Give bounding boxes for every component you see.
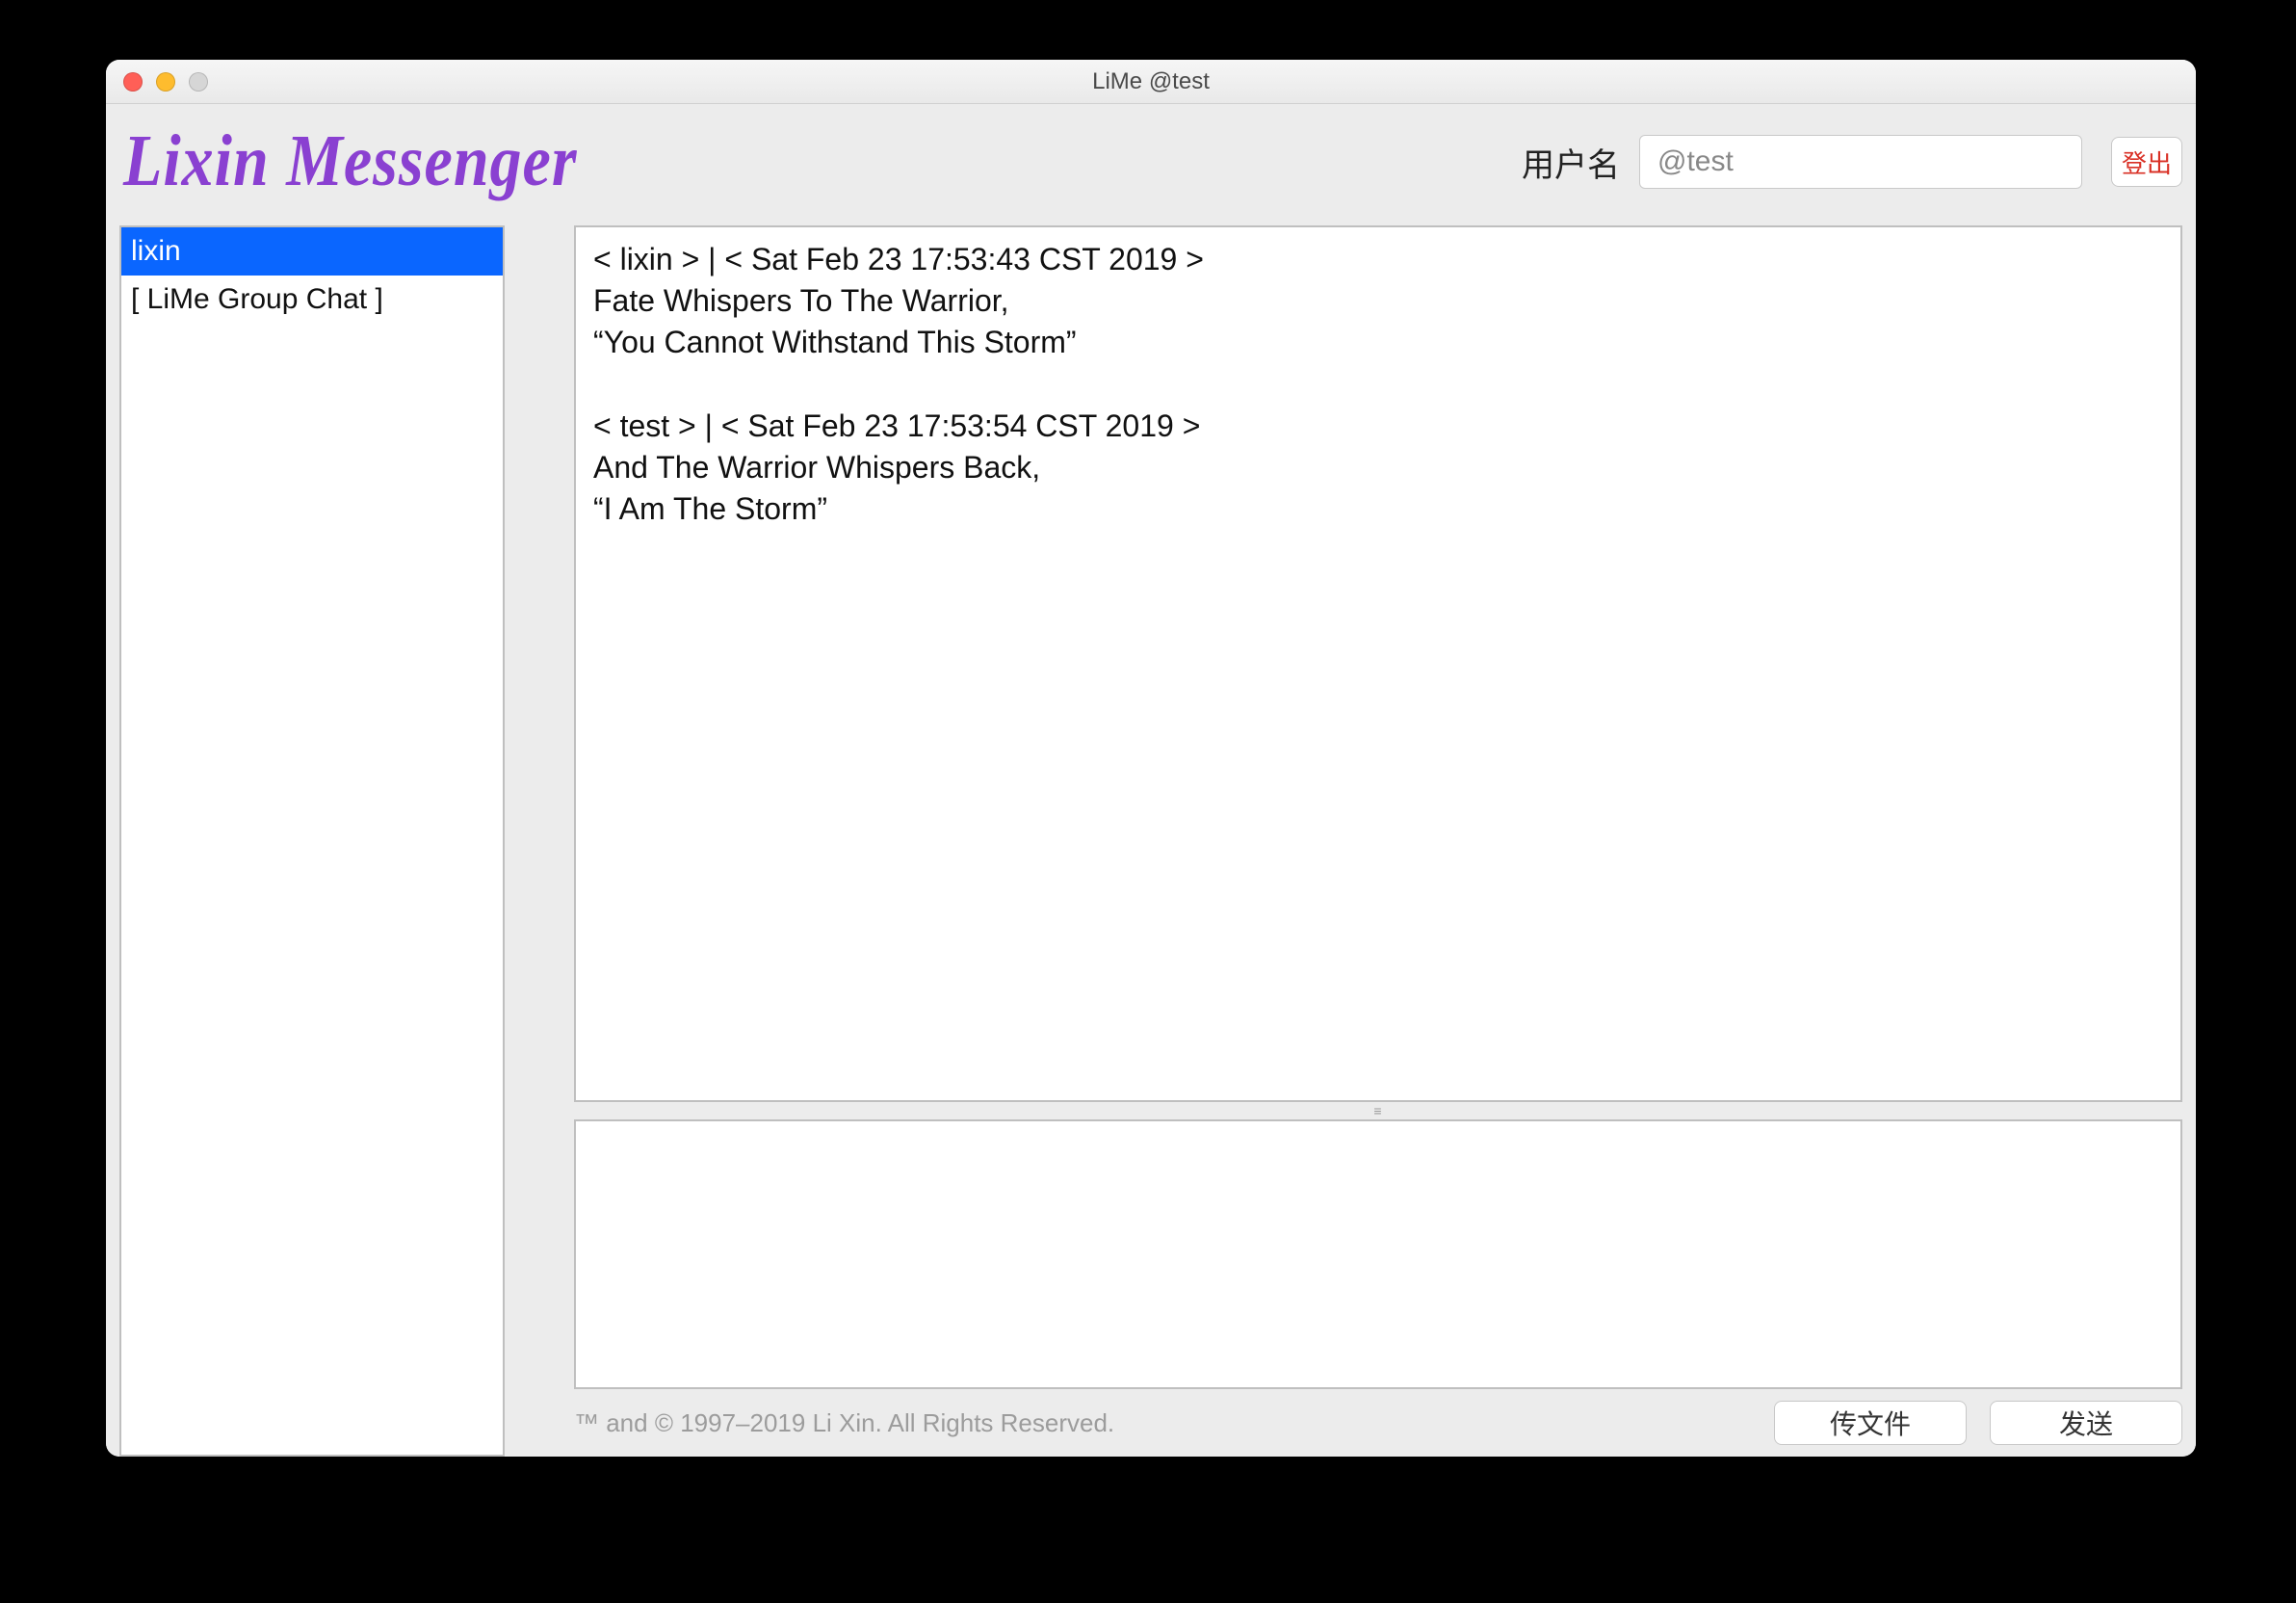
logout-button[interactable]: 登出 (2111, 137, 2182, 187)
minimize-icon[interactable] (156, 72, 175, 92)
grip-icon: ≡ (1373, 1103, 1382, 1118)
send-file-button[interactable]: 传文件 (1774, 1401, 1967, 1445)
footer: ™ and © 1997–2019 Li Xin. All Rights Res… (574, 1389, 2182, 1457)
contact-label: [ LiMe Group Chat ] (131, 283, 383, 316)
contact-list[interactable]: lixin [ LiMe Group Chat ] (119, 225, 505, 1457)
send-button[interactable]: 发送 (1990, 1401, 2182, 1445)
chat-log[interactable]: < lixin > | < Sat Feb 23 17:53:43 CST 20… (574, 225, 2182, 1102)
titlebar: LiMe @test (106, 60, 2196, 104)
compose-box (574, 1119, 2182, 1389)
message-input[interactable] (576, 1121, 2180, 1387)
copyright-text: ™ and © 1997–2019 Li Xin. All Rights Res… (574, 1408, 1114, 1438)
maximize-icon (189, 72, 208, 92)
chat-panel: < lixin > | < Sat Feb 23 17:53:43 CST 20… (574, 225, 2182, 1457)
username-field[interactable]: @test (1639, 135, 2082, 189)
username-label: 用户名 (1522, 139, 1620, 186)
window-title: LiMe @test (1092, 68, 1210, 95)
window-controls (123, 60, 208, 103)
main-body: lixin [ LiMe Group Chat ] < lixin > | < … (106, 220, 2196, 1457)
contact-item-lixin[interactable]: lixin (121, 227, 503, 276)
contact-item-group[interactable]: [ LiMe Group Chat ] (121, 276, 503, 324)
chat-split-pane: < lixin > | < Sat Feb 23 17:53:43 CST 20… (574, 225, 2182, 1389)
app-window: LiMe @test Lixin Messenger 用户名 @test 登出 … (106, 60, 2196, 1457)
username-value: @test (1657, 145, 1734, 178)
split-handle[interactable]: ≡ (574, 1102, 2182, 1119)
contact-label: lixin (131, 235, 181, 268)
header: Lixin Messenger 用户名 @test 登出 (106, 104, 2196, 220)
close-icon[interactable] (123, 72, 143, 92)
app-brand: Lixin Messenger (112, 119, 578, 203)
